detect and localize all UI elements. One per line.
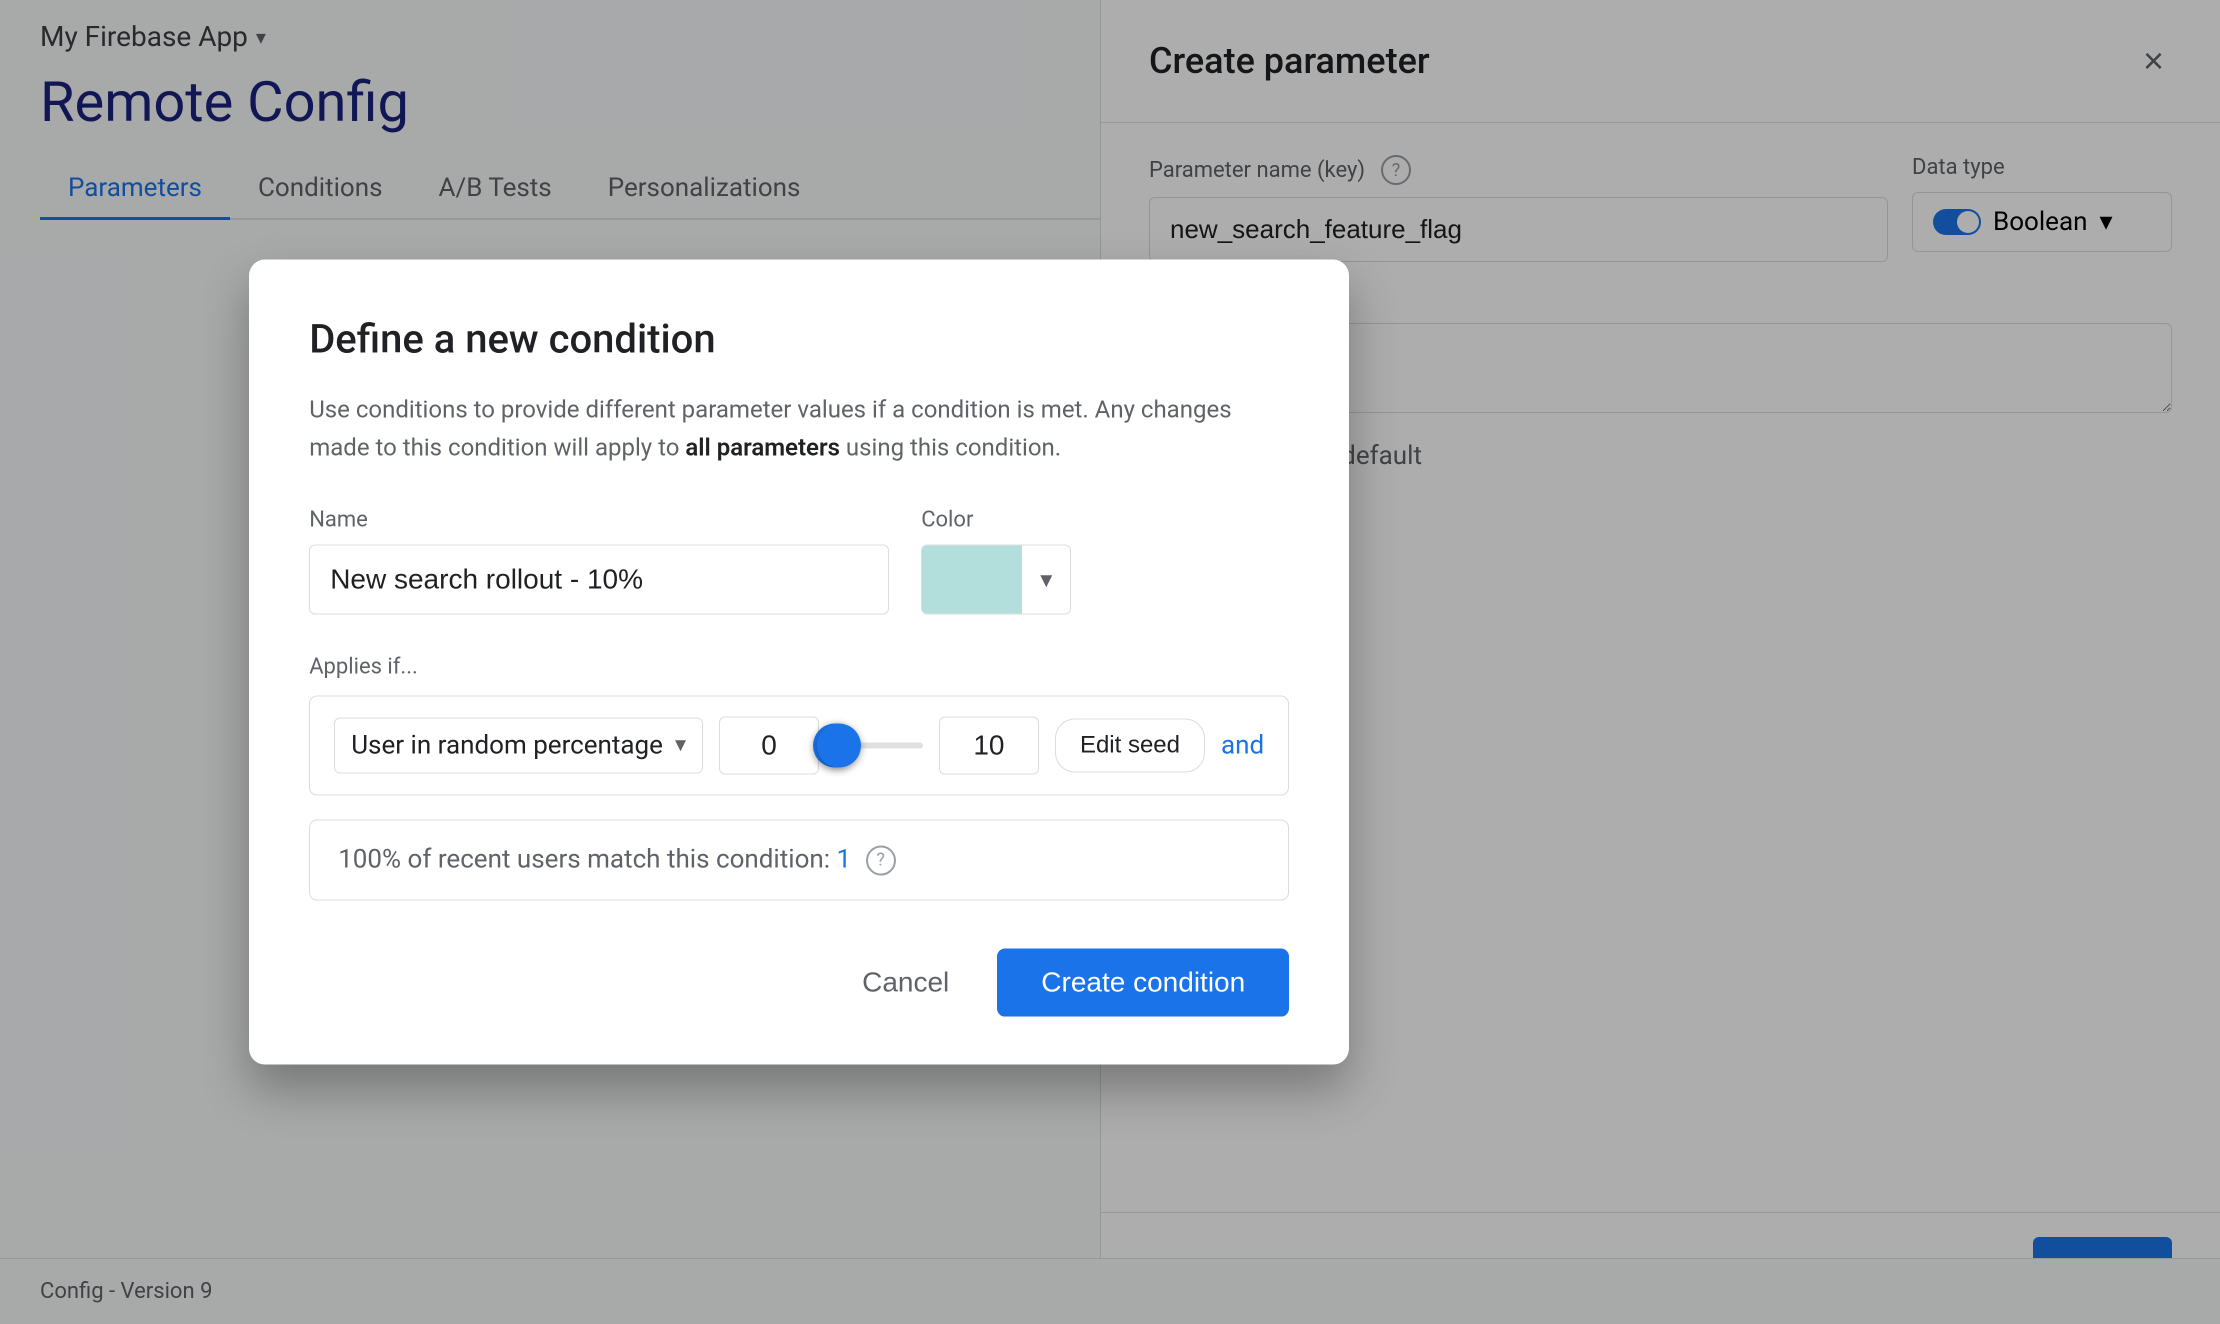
condition-color-group: Color ▾ [921,507,1071,614]
condition-color-label: Color [921,507,1071,532]
color-dropdown[interactable]: ▾ [921,544,1071,614]
edit-seed-button[interactable]: Edit seed [1055,718,1205,772]
modal-desc-part2: using this condition. [846,434,1061,462]
match-text: 100% of recent users match this conditio… [338,844,830,874]
condition-type-label: User in random percentage [351,730,663,760]
color-swatch [922,545,1022,613]
range-slider[interactable] [835,725,923,765]
match-count-link[interactable]: 1 [837,844,852,874]
modal-description: Use conditions to provide different para… [309,391,1289,468]
condition-type-arrow: ▾ [675,733,686,758]
range-min-input[interactable] [719,716,819,774]
condition-name-group: Name [309,507,889,614]
range-max-input[interactable] [939,716,1039,774]
name-color-row: Name Color ▾ [309,507,1289,614]
slider-track [835,742,923,748]
modal-cancel-button[interactable]: Cancel [838,950,973,1014]
applies-if-label: Applies if... [309,654,1289,679]
condition-row: User in random percentage ▾ Edit seed an… [309,695,1289,795]
condition-name-input[interactable] [309,544,889,614]
create-condition-button[interactable]: Create condition [997,948,1289,1016]
modal-footer: Cancel Create condition [309,948,1289,1016]
match-help-icon[interactable]: ? [866,845,896,875]
modal-title: Define a new condition [309,316,1289,363]
condition-type-dropdown[interactable]: User in random percentage ▾ [334,717,703,773]
color-dropdown-arrow: ▾ [1022,545,1070,613]
condition-name-label: Name [309,507,889,532]
modal-desc-bold: all parameters [685,434,840,462]
slider-thumb-right[interactable] [817,723,861,767]
and-link[interactable]: and [1221,730,1264,760]
define-condition-modal: Define a new condition Use conditions to… [249,260,1349,1065]
match-info-box: 100% of recent users match this conditio… [309,819,1289,900]
